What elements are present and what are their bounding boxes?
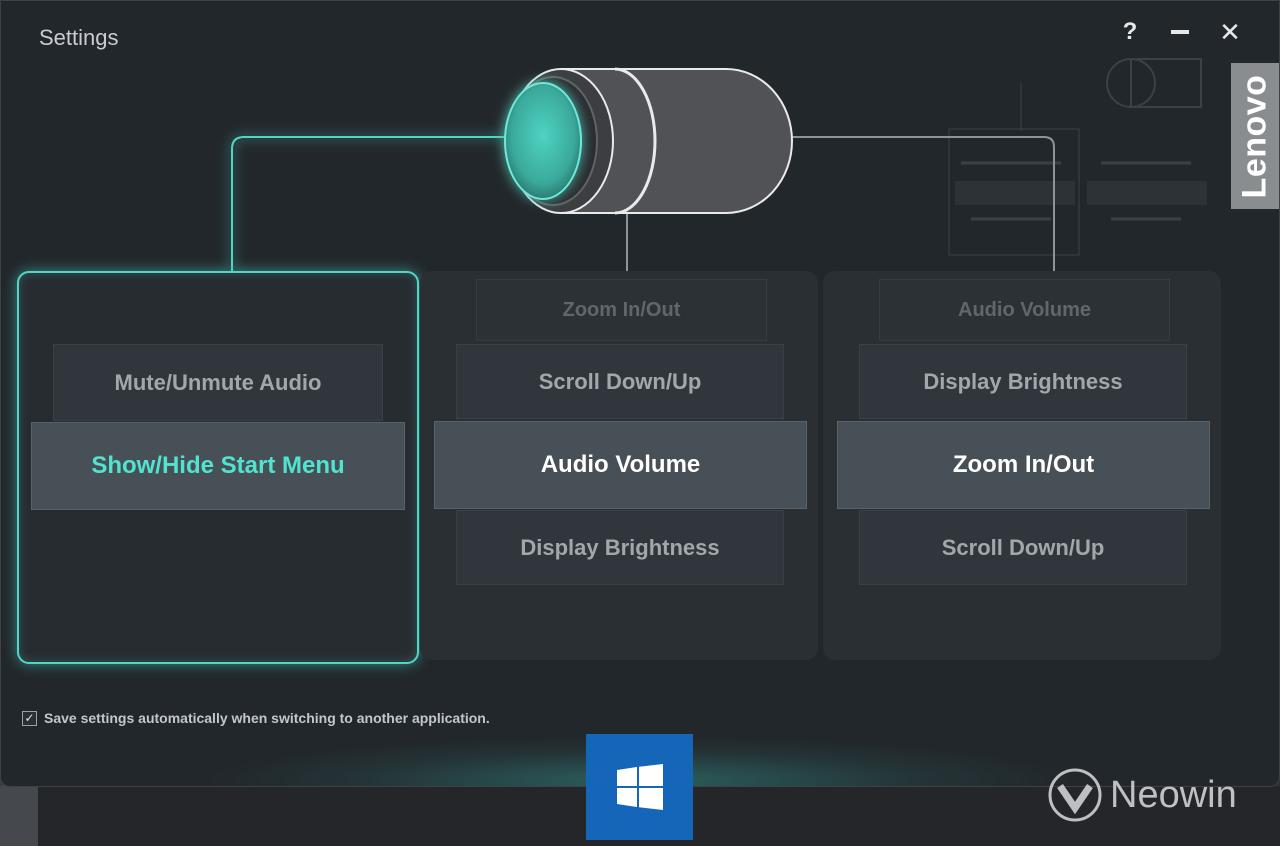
- windows-start-tile[interactable]: [586, 734, 693, 840]
- save-settings-row: ✓ Save settings automatically when switc…: [22, 710, 490, 726]
- settings-window: Settings ? ✕ Lenovo Mute/Unmute Audio Sh…: [0, 0, 1280, 787]
- neowin-watermark: Neowin: [1048, 768, 1237, 822]
- neowin-logo-icon: [1048, 768, 1102, 822]
- option-zoom-in-out[interactable]: Zoom In/Out: [837, 421, 1210, 509]
- save-settings-checkbox[interactable]: ✓: [22, 710, 37, 726]
- option-scroll-down-up[interactable]: Scroll Down/Up: [456, 344, 784, 419]
- panel-press: Mute/Unmute Audio Show/Hide Start Menu: [17, 271, 419, 664]
- windows-logo-icon: [616, 764, 663, 810]
- option-show-hide-start-menu[interactable]: Show/Hide Start Menu: [31, 422, 405, 510]
- option-display-brightness[interactable]: Display Brightness: [456, 510, 784, 585]
- dial-icon: [504, 67, 793, 215]
- panel-slide: Audio Volume Display Brightness Zoom In/…: [823, 271, 1221, 660]
- option-audio-volume[interactable]: Audio Volume: [879, 279, 1170, 341]
- option-zoom-in-out[interactable]: Zoom In/Out: [476, 279, 767, 341]
- checkbox-icon: ✓: [24, 711, 35, 725]
- option-mute-unmute-audio[interactable]: Mute/Unmute Audio: [53, 344, 383, 421]
- dial-diagram: [231, 67, 1055, 271]
- option-scroll-down-up[interactable]: Scroll Down/Up: [859, 510, 1187, 585]
- option-display-brightness[interactable]: Display Brightness: [859, 344, 1187, 419]
- taskbar-left-strip: [0, 786, 38, 846]
- option-audio-volume[interactable]: Audio Volume: [434, 421, 807, 509]
- neowin-text: Neowin: [1110, 773, 1237, 816]
- save-settings-label: Save settings automatically when switchi…: [44, 710, 490, 726]
- panel-rotate: Zoom In/Out Scroll Down/Up Audio Volume …: [420, 271, 818, 660]
